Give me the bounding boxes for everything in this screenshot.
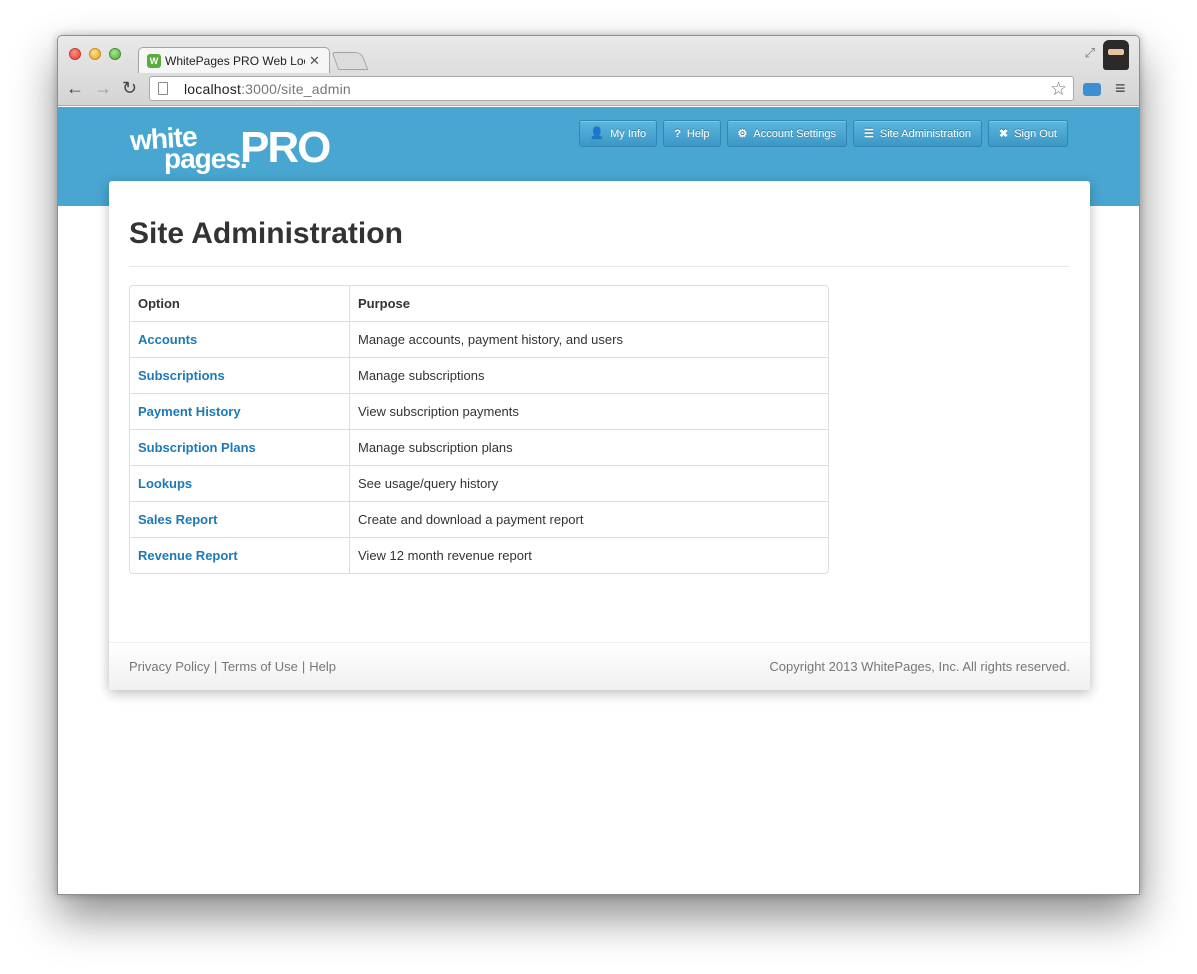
list-icon: ☰ — [863, 128, 874, 140]
my-info-label: My Info — [610, 127, 647, 140]
table-header-row: Option Purpose — [130, 286, 828, 321]
new-tab-button[interactable] — [331, 52, 369, 70]
purpose-cell: View 12 month revenue report — [350, 537, 828, 573]
purpose-cell: Create and download a payment report — [350, 501, 828, 537]
url-path: :3000/site_admin — [241, 80, 351, 97]
zoom-window-button[interactable] — [109, 48, 121, 60]
payment-history-link[interactable]: Payment History — [138, 404, 241, 419]
table-row: Revenue Report View 12 month revenue rep… — [130, 537, 828, 573]
tab-title: WhitePages PRO Web Lookup — [165, 53, 305, 68]
footer-separator: | — [301, 659, 306, 674]
logo-pro-text: PRO — [240, 123, 331, 172]
account-settings-button[interactable]: ⚙ Account Settings — [726, 120, 847, 147]
option-cell: Lookups — [130, 465, 350, 501]
page-footer: Privacy Policy | Terms of Use | Help Copyrig… — [109, 642, 1090, 690]
fullscreen-icon[interactable]: ⤢ — [1085, 45, 1095, 61]
close-window-button[interactable] — [69, 48, 81, 60]
top-nav: 👤 My Info ? Help ⚙ Account Settings ☰ Si… — [579, 120, 1068, 147]
account-settings-label: Account Settings — [753, 127, 836, 140]
page-icon — [158, 82, 168, 95]
help-label: Help — [686, 127, 710, 140]
close-icon: ✖ — [998, 128, 1009, 140]
table-row: Sales Report Create and download a payme… — [130, 501, 828, 537]
extension-tag-icon[interactable] — [1083, 83, 1101, 96]
browser-window: W WhitePages PRO Web Lookup ✕ ⤢ ← → ↻ lo… — [57, 35, 1140, 895]
terms-of-use-link[interactable]: Terms of Use — [221, 659, 298, 674]
purpose-column-header: Purpose — [358, 296, 411, 311]
site-administration-label: Site Administration — [879, 127, 971, 140]
option-column-header: Option — [130, 286, 350, 321]
help-button[interactable]: ? Help — [663, 120, 721, 147]
option-cell: Subscription Plans — [130, 429, 350, 465]
table-row: Lookups See usage/query history — [130, 465, 828, 501]
footer-help-link[interactable]: Help — [309, 659, 336, 674]
address-bar[interactable]: localhost:3000/site_admin ☆ — [149, 76, 1074, 101]
purpose-cell: See usage/query history — [350, 465, 828, 501]
privacy-policy-link[interactable]: Privacy Policy — [129, 659, 210, 674]
gear-icon: ⚙ — [737, 128, 748, 140]
minimize-window-button[interactable] — [89, 48, 101, 60]
content-card: Site Administration Option Purpose Accou… — [109, 181, 1090, 690]
sales-report-link[interactable]: Sales Report — [138, 512, 217, 527]
footer-links: Privacy Policy | Terms of Use | Help — [129, 659, 336, 674]
table-row: Subscription Plans Manage subscription p… — [130, 429, 828, 465]
option-cell: Subscriptions — [130, 357, 350, 393]
lookups-link[interactable]: Lookups — [138, 476, 192, 491]
site-administration-button[interactable]: ☰ Site Administration — [852, 120, 982, 147]
accounts-link[interactable]: Accounts — [138, 332, 197, 347]
browser-chrome: W WhitePages PRO Web Lookup ✕ ⤢ ← → ↻ lo… — [58, 36, 1139, 106]
browser-menu-icon[interactable]: ≡ — [1115, 78, 1126, 99]
bookmark-star-icon[interactable]: ☆ — [1050, 78, 1067, 101]
title-divider — [129, 266, 1069, 267]
page-title: Site Administration — [129, 217, 403, 250]
subscriptions-link[interactable]: Subscriptions — [138, 368, 225, 383]
purpose-cell: Manage subscription plans — [350, 429, 828, 465]
my-info-button[interactable]: 👤 My Info — [579, 120, 658, 147]
browser-toolbar: ← → ↻ localhost:3000/site_admin ☆ ≡ — [58, 72, 1139, 106]
sign-out-button[interactable]: ✖ Sign Out — [987, 120, 1068, 147]
incognito-avatar-icon — [1103, 40, 1129, 70]
purpose-cell: Manage accounts, payment history, and us… — [350, 321, 828, 357]
page-viewport: white pages. PRO 👤 My Info ? Help ⚙ Acco… — [58, 107, 1139, 894]
option-cell: Revenue Report — [130, 537, 350, 573]
forward-arrow-icon[interactable]: → — [94, 79, 112, 97]
table-row: Payment History View subscription paymen… — [130, 393, 828, 429]
revenue-report-link[interactable]: Revenue Report — [138, 548, 238, 563]
admin-options-table: Option Purpose Accounts Manage accounts,… — [129, 285, 829, 574]
sign-out-label: Sign Out — [1014, 127, 1057, 140]
subscription-plans-link[interactable]: Subscription Plans — [138, 440, 256, 455]
browser-tab[interactable]: W WhitePages PRO Web Lookup ✕ — [138, 47, 330, 73]
url-text[interactable]: localhost:3000/site_admin — [184, 81, 351, 97]
copyright-text: Copyright 2013 WhitePages, Inc. All righ… — [769, 659, 1070, 674]
logo-pages-text: pages. — [164, 143, 248, 174]
option-cell: Accounts — [130, 321, 350, 357]
option-cell: Payment History — [130, 393, 350, 429]
favicon-icon: W — [147, 53, 161, 68]
purpose-cell: Manage subscriptions — [350, 357, 828, 393]
table-row: Subscriptions Manage subscriptions — [130, 357, 828, 393]
reload-icon[interactable]: ↻ — [122, 79, 137, 97]
table-row: Accounts Manage accounts, payment histor… — [130, 321, 828, 357]
purpose-cell: View subscription payments — [350, 393, 828, 429]
footer-separator: | — [213, 659, 218, 674]
back-arrow-icon[interactable]: ← — [66, 79, 84, 97]
url-host: localhost — [184, 80, 242, 97]
tab-close-icon[interactable]: ✕ — [309, 53, 320, 69]
help-icon: ? — [674, 127, 681, 140]
user-icon: 👤 — [590, 128, 605, 140]
option-cell: Sales Report — [130, 501, 350, 537]
